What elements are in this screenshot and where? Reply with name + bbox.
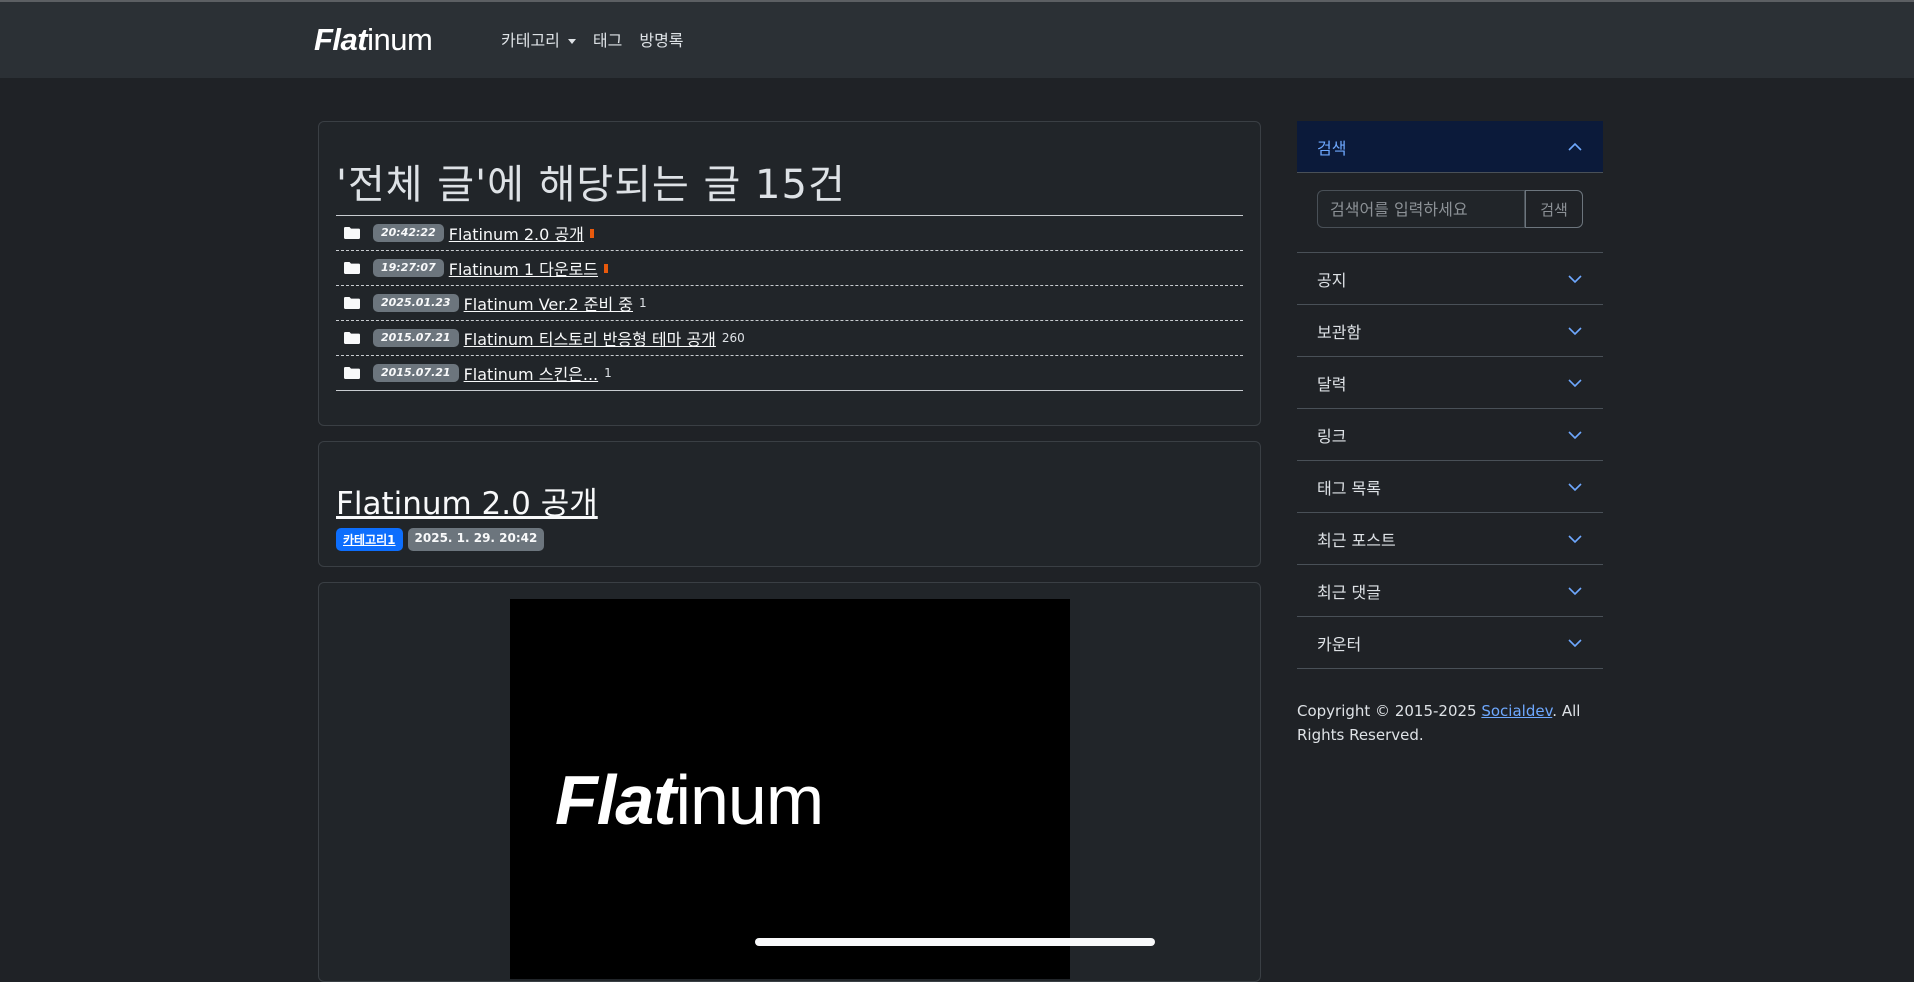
copyright-prefix: Copyright © 2015-2025: [1297, 702, 1482, 720]
accordion-counter-header[interactable]: 카운터: [1297, 617, 1603, 669]
image-logo: Flatinum: [555, 765, 824, 835]
post-content-card: Flatinum: [318, 582, 1261, 982]
accordion-recent-posts-header[interactable]: 최근 포스트: [1297, 513, 1603, 565]
nav-item-label: 태그: [592, 31, 623, 50]
chevron-down-icon: [1568, 482, 1582, 491]
comment-count: 1: [604, 366, 612, 380]
new-mark-icon: [589, 228, 594, 238]
chevron-down-icon: [1568, 638, 1582, 647]
brand-logo[interactable]: Flatinum: [314, 22, 433, 57]
accordion-links-header[interactable]: 링크: [1297, 409, 1603, 461]
accordion-label: 카운터: [1317, 634, 1362, 654]
list-item: 2015.07.21 Flatinum 티스토리 반응형 테마 공개 260: [336, 321, 1243, 356]
accordion-calendar-header[interactable]: 달력: [1297, 357, 1603, 409]
search-panel: 검색: [1297, 173, 1603, 253]
nav-item-label: 방명록: [639, 31, 684, 50]
search-input[interactable]: [1317, 190, 1525, 228]
accordion-label: 검색: [1317, 138, 1347, 158]
accordion-tags-header[interactable]: 태그 목록: [1297, 461, 1603, 513]
post-link[interactable]: Flatinum 스킨은...: [464, 361, 599, 385]
post-list: 20:42:22 Flatinum 2.0 공개 19:27:07 Flatin…: [336, 216, 1243, 391]
accordion-label: 보관함: [1317, 322, 1362, 342]
post-list-title: '전체 글'에 해당되는 글 15건: [336, 162, 846, 208]
folder-icon: [344, 227, 360, 239]
sidebar: 검색 검색 공지 보관함 달력 링크 태그 목록 최근 포스트 최근 댓글 카운…: [1297, 121, 1603, 747]
nav-item-label: 카테고리: [501, 31, 560, 50]
accordion-archive-header[interactable]: 보관함: [1297, 305, 1603, 357]
category-badge[interactable]: 카테고리1: [336, 528, 403, 551]
nav-item-guestbook[interactable]: 방명록: [639, 28, 683, 54]
post-list-card: '전체 글'에 해당되는 글 15건 20:42:22 Flatinum 2.0…: [318, 121, 1261, 426]
post-image: Flatinum: [510, 599, 1070, 979]
copyright: Copyright © 2015-2025 Socialdev. All Rig…: [1297, 699, 1603, 747]
accordion-label: 링크: [1317, 426, 1347, 446]
new-mark-icon: [604, 263, 609, 273]
list-item: 20:42:22 Flatinum 2.0 공개: [336, 216, 1243, 251]
copyright-link[interactable]: Socialdev: [1481, 702, 1552, 720]
accordion-search-header[interactable]: 검색: [1297, 121, 1603, 173]
chevron-down-icon: [1568, 274, 1582, 283]
chevron-up-icon: [1568, 142, 1582, 151]
folder-icon: [344, 332, 360, 344]
accordion-label: 공지: [1317, 270, 1347, 290]
list-item: 19:27:07 Flatinum 1 다운로드: [336, 251, 1243, 286]
folder-icon: [344, 262, 360, 274]
date-badge: 2025. 1. 29. 20:42: [407, 528, 545, 551]
accordion-label: 최근 댓글: [1317, 582, 1381, 602]
post-link[interactable]: Flatinum 티스토리 반응형 테마 공개: [464, 326, 716, 350]
nav-item-category[interactable]: 카테고리: [501, 28, 576, 54]
post-link[interactable]: Flatinum Ver.2 준비 중: [464, 291, 633, 315]
accordion-recent-comments-header[interactable]: 최근 댓글: [1297, 565, 1603, 617]
brand-logo-bold: Flat: [314, 22, 368, 57]
nav-menu: 카테고리 태그 방명록: [501, 28, 701, 54]
brand-logo-light: inum: [367, 22, 433, 57]
chevron-down-icon: [1568, 430, 1582, 439]
post-title-link[interactable]: Flatinum 2.0 공개: [336, 478, 598, 523]
comment-count: 1: [638, 296, 647, 310]
list-item: 2025.01.23 Flatinum Ver.2 준비 중 1: [336, 286, 1243, 321]
horizontal-scrollbar[interactable]: [755, 938, 1155, 946]
post-header-card: Flatinum 2.0 공개 카테고리1 2025. 1. 29. 20:42: [318, 441, 1261, 567]
image-logo-light: inum: [675, 761, 824, 839]
chevron-down-icon: [1568, 586, 1582, 595]
navbar: Flatinum 카테고리 태그 방명록: [0, 2, 1914, 78]
accordion-label: 태그 목록: [1317, 478, 1381, 498]
folder-icon: [344, 297, 360, 309]
image-logo-bold: Flat: [555, 761, 676, 839]
accordion-label: 최근 포스트: [1317, 530, 1396, 550]
chevron-down-icon: [1568, 378, 1582, 387]
nav-item-tag[interactable]: 태그: [593, 28, 622, 54]
post-date-badge: 20:42:22: [373, 224, 444, 242]
post-meta: 카테고리1 2025. 1. 29. 20:42: [336, 528, 545, 551]
accordion-label: 달력: [1317, 374, 1347, 394]
post-date-badge: 2025.01.23: [373, 294, 459, 312]
search-button[interactable]: 검색: [1525, 190, 1583, 228]
post-date-badge: 19:27:07: [373, 259, 444, 277]
folder-icon: [344, 367, 360, 379]
post-date-badge: 2015.07.21: [373, 364, 459, 382]
list-item: 2015.07.21 Flatinum 스킨은... 1: [336, 356, 1243, 391]
post-link[interactable]: Flatinum 2.0 공개: [449, 221, 584, 245]
caret-down-icon: [567, 38, 576, 44]
post-date-badge: 2015.07.21: [373, 329, 459, 347]
comment-count: 260: [721, 331, 745, 345]
chevron-down-icon: [1568, 326, 1582, 335]
post-link[interactable]: Flatinum 1 다운로드: [449, 256, 598, 280]
chevron-down-icon: [1568, 534, 1582, 543]
accordion-notice-header[interactable]: 공지: [1297, 253, 1603, 305]
